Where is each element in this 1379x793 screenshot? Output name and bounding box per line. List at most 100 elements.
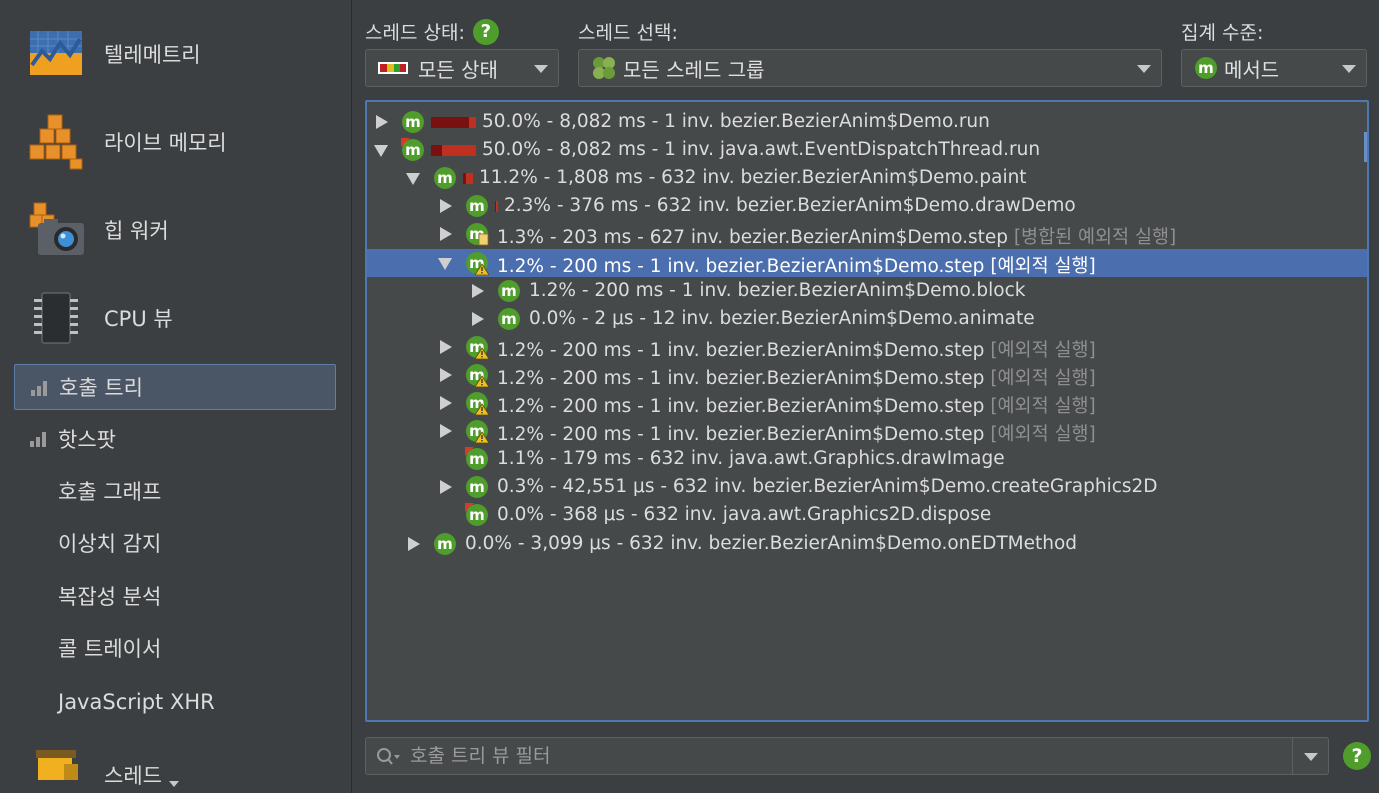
row-suffix: [예외적 실행]	[990, 396, 1096, 417]
method-icon: m	[466, 363, 489, 387]
table-row[interactable]: m 1.2% - 200 ms - 1 inv. bezier.BezierAni…	[367, 389, 1367, 417]
search-icon[interactable]	[376, 747, 402, 767]
method-icon: m	[465, 447, 488, 471]
sidebar-item-label: 라이브 메모리	[104, 131, 227, 155]
table-row[interactable]: m 1.2% - 200 ms - 1 inv. bezier.BezierAni…	[367, 417, 1367, 445]
thread-select-value: 모든 스레드 그룹	[623, 57, 765, 82]
help-icon[interactable]: ?	[472, 18, 499, 45]
table-row[interactable]: m 2.3% - 376 ms - 632 inv. bezier.BezierA…	[367, 192, 1367, 220]
camera-icon	[29, 202, 84, 255]
expand-triangle-icon[interactable]	[438, 257, 452, 270]
svg-text:m: m	[469, 478, 485, 496]
boxes-icon	[29, 114, 83, 170]
svg-text:m: m	[1198, 59, 1214, 77]
help-icon[interactable]: ?	[1343, 742, 1371, 770]
sidebar-item-complexity-analysis[interactable]: 복잡성 분석	[14, 573, 336, 619]
row-text: 0.0% - 3,099 μs - 632 inv. bezier.Bezier…	[465, 533, 1077, 554]
sidebar-item-heap-walker[interactable]: 힙 워커	[0, 186, 351, 274]
row-label: 1.2% - 200 ms - 1 inv. bezier.BezierAnim…	[497, 255, 991, 277]
collapse-triangle-icon[interactable]	[440, 480, 452, 495]
table-row[interactable]: m 1.2% - 200 ms - 1 inv. bezier.BezierAni…	[367, 333, 1367, 361]
row-label: 1.1% - 179 ms - 632 inv. java.awt.Graphi…	[497, 448, 1005, 470]
chevron-down-icon	[1137, 65, 1151, 73]
svg-text:m: m	[501, 310, 517, 328]
row-text: 1.2% - 200 ms - 1 inv. bezier.BezierAnim…	[497, 420, 1096, 446]
table-row[interactable]: m 0.0% - 2 μs - 12 inv. bezier.BezierAnim…	[367, 305, 1367, 333]
row-label: 50.0% - 8,082 ms - 1 inv. bezier.BezierA…	[482, 111, 990, 132]
thread-state-label-text: 스레드 상태:	[365, 22, 465, 44]
svg-text:m: m	[469, 506, 485, 524]
table-row[interactable]: m 50.0% - 8,082 ms - 1 inv. bezier.Bezier…	[367, 108, 1367, 136]
sidebar-item-label: 호출 그래프	[58, 480, 162, 504]
more-chevron-down-icon[interactable]	[169, 781, 179, 787]
sidebar-item-call-tree[interactable]: 호출 트리	[14, 364, 336, 410]
table-row[interactable]: m 0.0% - 3,099 μs - 632 inv. bezier.Bezie…	[367, 530, 1367, 558]
method-icon: m	[434, 167, 456, 190]
table-row[interactable]: m 11.2% - 1,808 ms - 632 inv. bezier.Bezi…	[367, 164, 1367, 192]
sidebar-item-threads[interactable]: 스레드	[0, 736, 351, 793]
state-colors-icon	[378, 62, 408, 74]
call-tree-panel: 스레드 상태: ? 모든 상태 스레드 선택: 모든 스레드 그룹 집계 수준:…	[353, 0, 1379, 793]
collapse-triangle-icon[interactable]	[440, 424, 452, 439]
table-row[interactable]: m 50.0% - 8,082 ms - 1 inv. java.awt.Even…	[367, 136, 1367, 164]
row-text: 50.0% - 8,082 ms - 1 inv. java.awt.Event…	[482, 139, 1040, 160]
sidebar-item-label: 텔레메트리	[104, 43, 201, 67]
thread-state-dropdown[interactable]: 모든 상태	[365, 49, 559, 87]
collapse-triangle-icon[interactable]	[440, 227, 452, 242]
thread-select-dropdown[interactable]: 모든 스레드 그룹	[578, 49, 1162, 87]
call-tree-view[interactable]: m 50.0% - 8,082 ms - 1 inv. bezier.Bezier…	[365, 100, 1369, 722]
filter-input[interactable]	[410, 741, 1280, 771]
row-label: 1.2% - 200 ms - 1 inv. bezier.BezierAnim…	[497, 367, 991, 389]
sidebar-item-label: 복잡성 분석	[58, 585, 162, 609]
row-suffix: [예외적 실행]	[990, 367, 1096, 389]
threads-icon	[36, 750, 78, 780]
sidebar-item-call-tracer[interactable]: 콜 트레이서	[14, 625, 336, 671]
table-row[interactable]: m 1.1% - 179 ms - 632 inv. java.awt.Graph…	[367, 445, 1367, 473]
sidebar-item-outlier-detection[interactable]: 이상치 감지	[14, 520, 336, 566]
row-text: 1.2% - 200 ms - 1 inv. bezier.BezierAnim…	[497, 364, 1096, 390]
table-row[interactable]: m 1.3% - 203 ms - 627 inv. bezier.BezierA…	[367, 220, 1367, 248]
method-icon: m	[498, 279, 520, 302]
sidebar-item-label: CPU 뷰	[104, 307, 173, 331]
collapse-triangle-icon[interactable]	[440, 339, 452, 354]
sidebar-item-telemetry[interactable]: 텔레메트리	[0, 10, 351, 98]
filter-history-dropdown[interactable]	[1292, 738, 1328, 774]
row-label: 1.2% - 200 ms - 1 inv. bezier.BezierAnim…	[497, 424, 991, 446]
row-label: 1.2% - 200 ms - 1 inv. bezier.BezierAnim…	[529, 279, 1026, 301]
sidebar: 텔레메트리 라이브 메모리 힙 워커 CPU 뷰 호출 트리 핫스팟 호출 그래…	[0, 0, 352, 793]
svg-text:m: m	[405, 113, 421, 131]
row-text: 2.3% - 376 ms - 632 inv. bezier.BezierAn…	[504, 195, 1076, 216]
sidebar-item-javascript-xhr[interactable]: JavaScript XHR	[14, 679, 336, 725]
method-icon: m	[465, 503, 488, 527]
sidebar-item-call-graph[interactable]: 호출 그래프	[14, 468, 336, 514]
table-row[interactable]: m 1.2% - 200 ms - 1 inv. bezier.BezierAni…	[367, 248, 1367, 277]
table-row[interactable]: m 0.0% - 368 μs - 632 inv. java.awt.Graph…	[367, 501, 1367, 529]
collapse-triangle-icon[interactable]	[440, 199, 452, 214]
table-row[interactable]: m 0.3% - 42,551 μs - 632 inv. bezier.Bezi…	[367, 473, 1367, 501]
table-row[interactable]: m 1.2% - 200 ms - 1 inv. bezier.BezierAni…	[367, 277, 1367, 305]
time-bar	[463, 173, 473, 185]
sidebar-item-hotspots[interactable]: 핫스팟	[14, 416, 336, 462]
sidebar-item-label: 이상치 감지	[58, 532, 162, 556]
collapse-triangle-icon[interactable]	[376, 115, 388, 129]
cpu-chip-icon	[34, 292, 78, 344]
collapse-triangle-icon[interactable]	[472, 283, 484, 298]
collapse-triangle-icon[interactable]	[408, 536, 420, 551]
sidebar-item-cpu-view[interactable]: CPU 뷰	[0, 274, 351, 362]
collapse-triangle-icon[interactable]	[472, 311, 484, 326]
table-row[interactable]: m 1.2% - 200 ms - 1 inv. bezier.BezierAni…	[367, 361, 1367, 389]
row-text: 1.1% - 179 ms - 632 inv. java.awt.Graphi…	[497, 448, 1005, 469]
aggregation-dropdown[interactable]: m 메서드	[1181, 49, 1367, 87]
call-tree-filter	[365, 737, 1329, 775]
sidebar-item-live-memory[interactable]: 라이브 메모리	[0, 98, 351, 186]
collapse-triangle-icon[interactable]	[440, 367, 452, 382]
expand-triangle-icon[interactable]	[406, 173, 420, 186]
bar-chart-icon	[31, 381, 47, 396]
sidebar-item-label: 핫스팟	[58, 428, 116, 452]
collapse-triangle-icon[interactable]	[440, 396, 452, 410]
svg-text:m: m	[469, 450, 485, 468]
method-icon: m	[1195, 57, 1217, 79]
expand-triangle-icon[interactable]	[374, 145, 388, 158]
thread-state-label: 스레드 상태: ?	[365, 18, 499, 45]
chevron-down-icon	[1342, 65, 1356, 73]
